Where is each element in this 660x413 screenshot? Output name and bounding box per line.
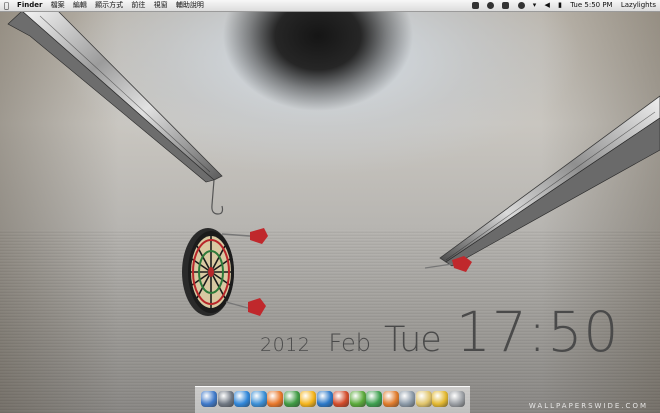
desktop-clock: 2012 Feb Tue 17:50 [260,300,619,364]
leaf-icon[interactable] [366,391,382,407]
clock-day: Tue [384,320,442,360]
menubar-clock[interactable]: Tue 5:50 PM [570,0,612,11]
user-menu[interactable]: Lazylights [621,0,656,11]
menu-help[interactable]: 輔助說明 [176,0,204,11]
hook-wire [211,179,224,215]
menu-view[interactable]: 顯示方式 [95,0,123,11]
menu-go[interactable]: 前往 [131,0,145,11]
app-store-icon[interactable] [234,391,250,407]
menu-edit[interactable]: 編輯 [73,0,87,11]
status-icon-1[interactable] [471,2,479,9]
slideshow-icon[interactable] [382,391,399,407]
wifi-icon[interactable]: ▾ [533,0,537,11]
folder-icon[interactable] [415,391,432,407]
status-icon-4[interactable] [517,2,525,9]
menu-window[interactable]: 視窗 [154,0,168,11]
status-icon-3[interactable] [502,2,510,9]
clock-year: 2012 [260,334,311,356]
clock-time: 17:50 [455,300,620,364]
globe-icon[interactable] [316,391,333,407]
right-tweezers [439,95,660,267]
dart-upper [221,228,268,244]
safari-icon[interactable] [250,391,267,407]
photo-icon[interactable] [217,391,234,407]
battery-icon[interactable]: ▮ [558,0,562,11]
watermark: WALLPAPERSWIDE.COM [528,402,648,410]
finder-icon[interactable] [201,391,217,407]
volume-icon[interactable]: ◀ [544,0,549,11]
menu-file[interactable]: 檔案 [51,0,65,11]
dock [195,386,470,413]
sun-icon[interactable] [300,391,316,407]
clock-month: Feb [328,329,371,357]
menu-bar:  Finder 檔案 編輯 顯示方式 前往 視窗 輔助說明 ▾ ◀ ▮ Tue… [0,0,660,12]
menu-finder[interactable]: Finder [17,0,42,11]
dartboard [182,228,234,316]
left-tweezers [7,10,223,183]
firefox-icon[interactable] [267,391,283,407]
adium-icon[interactable] [349,391,366,407]
apple-menu-icon[interactable]:  [4,0,9,11]
preview-icon[interactable] [399,391,415,407]
chrome-icon[interactable] [283,391,300,407]
maple-icon[interactable] [333,391,349,407]
notes-icon[interactable] [432,391,448,407]
desktop:  Finder 檔案 編輯 顯示方式 前往 視窗 輔助說明 ▾ ◀ ▮ Tue… [0,0,660,413]
trash-icon[interactable] [448,391,465,407]
status-icon-2[interactable] [487,2,495,9]
